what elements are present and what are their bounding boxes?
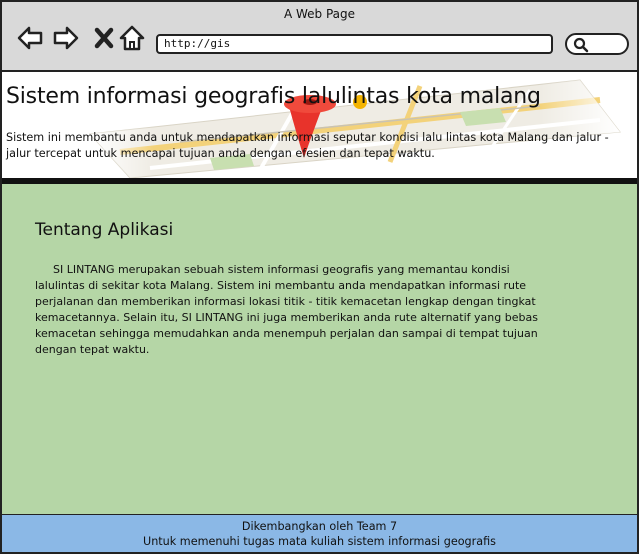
address-bar[interactable]: http://gis bbox=[156, 34, 553, 54]
search-field[interactable] bbox=[565, 33, 629, 55]
main-content: Tentang Aplikasi SI LINTANG merupakan se… bbox=[2, 184, 637, 514]
back-button[interactable] bbox=[16, 24, 44, 52]
window-title: A Web Page bbox=[283, 7, 356, 21]
footer-credit: Dikembangkan oleh Team 7 bbox=[241, 520, 398, 533]
home-icon bbox=[119, 25, 145, 51]
forward-button[interactable] bbox=[52, 24, 80, 52]
forward-arrow-icon bbox=[53, 26, 79, 50]
page-description: Sistem ini membantu anda untuk mendapatk… bbox=[6, 131, 609, 160]
stop-button[interactable] bbox=[90, 24, 118, 52]
back-arrow-icon bbox=[17, 26, 43, 50]
home-button[interactable] bbox=[118, 24, 146, 52]
page-footer: Dikembangkan oleh Team 7 Untuk memenuhi … bbox=[2, 514, 637, 552]
footer-purpose: Untuk memenuhi tugas mata kuliah sistem … bbox=[143, 535, 496, 548]
close-icon bbox=[94, 27, 114, 49]
browser-window: A Web Page http://gis Sistem informasi g… bbox=[0, 0, 639, 554]
about-paragraph: SI LINTANG merupakan sebuah sistem infor… bbox=[35, 263, 538, 356]
page-title: Sistem informasi geografis lalulintas ko… bbox=[6, 84, 541, 109]
search-icon bbox=[573, 37, 589, 53]
about-heading: Tentang Aplikasi bbox=[35, 220, 174, 240]
browser-toolbar: A Web Page http://gis bbox=[2, 2, 637, 72]
header-banner: Sistem informasi geografis lalulintas ko… bbox=[2, 72, 637, 178]
